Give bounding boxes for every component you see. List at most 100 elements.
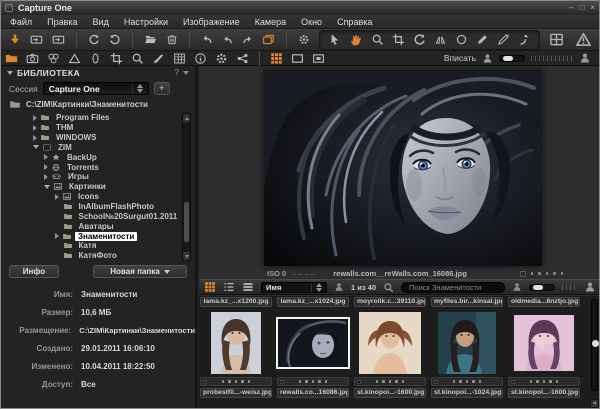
crop-tool-icon[interactable] — [392, 33, 405, 46]
multi-view-icon[interactable] — [270, 52, 283, 65]
rotate-left-icon[interactable] — [88, 32, 100, 47]
tab-capture-camera-icon[interactable] — [26, 52, 39, 65]
thumbnail-image[interactable] — [438, 312, 496, 374]
thumbnail-cell[interactable]: st.kinopoi...-1600.jpg — [508, 310, 580, 406]
thumb-filename[interactable]: st.kinopoi...-1600.jpg — [508, 388, 580, 398]
expand-icon[interactable] — [33, 125, 37, 131]
menu-item-window[interactable]: Окно — [301, 17, 322, 27]
warning-icon[interactable] — [576, 32, 591, 47]
rotate-right-icon[interactable] — [109, 32, 121, 47]
import-icon[interactable] — [9, 32, 21, 47]
thumb-rating-bar[interactable] — [277, 377, 349, 386]
tab-color-wheels-icon[interactable] — [47, 52, 60, 65]
copy-adjustments-icon[interactable] — [262, 32, 275, 47]
add-session-button[interactable]: + — [154, 82, 170, 95]
zoom-tool-icon[interactable] — [371, 33, 384, 46]
tree-item-katyafoto[interactable]: КатяФото — [1, 251, 195, 261]
tab-lens-icon[interactable] — [89, 52, 102, 65]
tree-item-inalbumflashphoto[interactable]: InAlbumFlashPhoto — [1, 202, 195, 212]
proof-view-icon[interactable] — [312, 52, 325, 65]
trash-icon[interactable] — [166, 32, 178, 47]
thumb-rating-bar[interactable] — [508, 377, 580, 386]
minimize-button[interactable]: – — [569, 2, 573, 14]
tab-crop-icon[interactable] — [110, 52, 123, 65]
tab-output-share-icon[interactable] — [236, 52, 249, 65]
zoom-slider-knob[interactable] — [503, 56, 513, 61]
redo-icon[interactable] — [242, 33, 253, 47]
tab-settings-gear-icon[interactable] — [215, 52, 228, 65]
tree-item-icons[interactable]: Icons — [1, 192, 195, 202]
close-button[interactable]: × — [590, 2, 595, 14]
scroll-down-button[interactable] — [590, 399, 599, 408]
grid-view-icon[interactable] — [204, 281, 216, 293]
tree-item-thm[interactable]: THM — [1, 123, 195, 133]
browser-scrollbar-knob[interactable] — [592, 340, 599, 347]
draw-mask-tool-icon[interactable] — [476, 33, 489, 46]
tree-item-games[interactable]: Игры — [1, 172, 195, 182]
collapse-icon[interactable] — [33, 145, 39, 149]
tree-item-katya[interactable]: Катя — [1, 241, 195, 251]
tree-item-pictures[interactable]: Картинки — [1, 182, 195, 192]
keystone-tool-icon[interactable] — [434, 33, 447, 46]
tab-info-icon[interactable] — [194, 52, 207, 65]
color-tag-checkbox[interactable] — [520, 271, 526, 277]
expand-icon[interactable] — [55, 194, 59, 200]
thumbnail-image[interactable] — [514, 315, 574, 371]
thumbnail-cell[interactable]: probestfil...-weisz.jpg — [200, 310, 272, 406]
thumb-rating-bar[interactable] — [354, 377, 426, 386]
tab-metadata-grid-icon[interactable] — [173, 52, 186, 65]
session-select[interactable]: Capture One — [43, 82, 149, 95]
zoom-slider[interactable] — [499, 55, 525, 62]
tree-scrollbar[interactable] — [182, 113, 191, 261]
rating-control[interactable] — [520, 271, 564, 277]
thumbnail-image[interactable] — [211, 312, 261, 374]
thumb-filename[interactable]: st.kinopoi...-1024.jpg — [431, 388, 503, 398]
straighten-tool-icon[interactable] — [413, 33, 426, 46]
thumb-size-slider[interactable] — [529, 284, 555, 291]
thumb-size-knob[interactable] — [533, 285, 543, 290]
stepper-icon[interactable] — [311, 283, 322, 292]
tab-library-folder-icon[interactable] — [5, 52, 18, 65]
thumbnail-image[interactable] — [359, 312, 421, 374]
thumb-label-row-above[interactable]: oldmedia...6nztjo.jpg — [508, 297, 580, 307]
expand-icon[interactable] — [44, 174, 48, 180]
rows-view-icon[interactable] — [242, 281, 254, 293]
pick-wb-tool-icon[interactable] — [518, 33, 531, 46]
tab-details-loupe-icon[interactable] — [131, 52, 144, 65]
settings-gear-icon[interactable] — [298, 32, 310, 47]
menu-item-edit[interactable]: Правка — [47, 17, 77, 27]
tab-exposure-histogram-icon[interactable] — [68, 52, 81, 65]
collapse-arrow-icon[interactable] — [7, 71, 13, 75]
thumb-label-row-above[interactable]: myfiles.bir...kinsal.jpg — [431, 297, 503, 307]
help-button[interactable]: ? — [175, 68, 179, 77]
thumb-filename[interactable]: probestfil...-weisz.jpg — [200, 388, 272, 398]
collapse-icon[interactable] — [44, 185, 50, 189]
menu-item-camera[interactable]: Камера — [255, 17, 286, 27]
thumbnail-cell[interactable]: st.kinopoi...-1600.jpg — [354, 310, 426, 406]
thumb-filename[interactable]: rewalls.co...16086.jpg — [277, 388, 349, 398]
expand-icon[interactable] — [33, 135, 37, 141]
tree-item-zim[interactable]: ZIM — [1, 143, 195, 153]
menu-item-view[interactable]: Вид — [93, 17, 109, 27]
maximize-button[interactable]: □ — [579, 2, 584, 14]
tab-adjustments-brush-icon[interactable] — [152, 52, 165, 65]
menu-item-file[interactable]: Файл — [10, 17, 32, 27]
expand-icon[interactable] — [55, 233, 59, 239]
import-card-icon[interactable] — [30, 32, 43, 47]
browser-scrollbar[interactable] — [591, 299, 598, 391]
sort-order-icon[interactable] — [334, 282, 344, 292]
export-card-icon[interactable] — [52, 32, 65, 47]
viewer-layout-icon[interactable] — [549, 32, 564, 47]
tree-item-celebrities-selected[interactable]: Знаменитости — [1, 231, 195, 241]
spot-tool-icon[interactable] — [455, 33, 468, 46]
tree-item-program-files[interactable]: Program Files — [1, 113, 195, 123]
menu-item-image[interactable]: Изображение — [183, 17, 240, 27]
tree-scrollbar-thumb[interactable] — [184, 202, 189, 242]
info-button[interactable]: Инфо — [9, 265, 59, 278]
scroll-down-icon[interactable] — [183, 252, 190, 260]
menu-item-settings[interactable]: Настройки — [124, 17, 168, 27]
open-folder-icon[interactable] — [144, 32, 157, 47]
stepper-icon[interactable] — [132, 84, 143, 93]
reset-icon[interactable] — [201, 32, 213, 47]
tree-item-torrents[interactable]: Torrents — [1, 162, 195, 172]
